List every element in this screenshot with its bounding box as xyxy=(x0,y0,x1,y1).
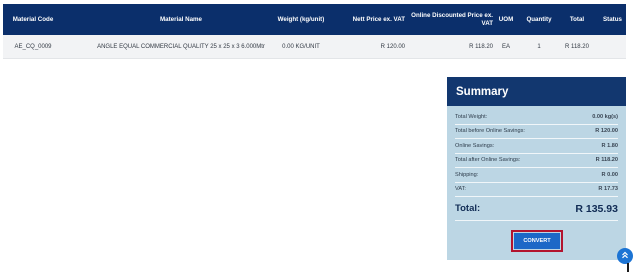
scroll-to-top-button[interactable] xyxy=(617,248,633,264)
summary-panel: Summary Total Weight: 0.00 kg(s) Total b… xyxy=(447,77,626,260)
cart-page: Material Code Material Name Weight (kg/u… xyxy=(0,0,634,278)
header-quantity: Quantity xyxy=(526,15,552,23)
summary-row-total-weight: Total Weight: 0.00 kg(s) xyxy=(455,110,618,125)
table-header: Material Code Material Name Weight (kg/u… xyxy=(3,4,626,35)
cell-nett-price: R 120.00 xyxy=(380,44,405,50)
header-total: Total xyxy=(569,15,585,23)
summary-rows: Total Weight: 0.00 kg(s) Total before On… xyxy=(447,106,626,221)
header-status: Status xyxy=(603,15,622,23)
double-chevron-up-icon xyxy=(621,251,629,261)
cell-weight: 0.00 KG/UNIT xyxy=(282,44,320,50)
header-weight: Weight (kg/unit) xyxy=(277,15,325,23)
cell-material-name: ANGLE EQUAL COMMERCIAL QUALITY 25 x 25 x… xyxy=(97,44,265,50)
cell-online-discounted-price: R 118.20 xyxy=(469,44,493,50)
cell-status xyxy=(599,35,626,59)
summary-label: Total before Online Savings: xyxy=(455,128,525,135)
convert-button-highlight: CONVERT xyxy=(511,230,563,252)
cursor-edge xyxy=(627,263,629,272)
cell-uom: EA xyxy=(501,44,510,50)
summary-row-vat: VAT: R 17.73 xyxy=(455,183,618,197)
summary-row-total-after-savings: Total after Online Savings: R 118.20 xyxy=(455,154,618,168)
cell-quantity: 1 xyxy=(537,44,541,50)
summary-value: 0.00 kg(s) xyxy=(592,113,618,120)
header-nett-price: Nett Price ex. VAT xyxy=(352,15,405,23)
summary-value: R 1.80 xyxy=(601,142,618,149)
summary-label: Shipping: xyxy=(455,171,479,178)
summary-row-shipping: Shipping: R 0.00 xyxy=(455,168,618,183)
header-uom: UOM xyxy=(498,15,514,23)
summary-total-value: R 135.93 xyxy=(575,202,618,215)
summary-value: R 17.73 xyxy=(598,186,618,193)
summary-label: Online Savings: xyxy=(455,142,495,149)
header-material-code: Material Code xyxy=(12,15,54,23)
cell-total: R 118.20 xyxy=(565,44,589,50)
cart-table: Material Code Material Name Weight (kg/u… xyxy=(3,4,626,59)
summary-value: R 118.20 xyxy=(595,157,618,164)
summary-label: VAT: xyxy=(455,186,466,193)
header-online-discounted-price: Online Discounted Price ex. VAT xyxy=(411,11,493,27)
header-material-name: Material Name xyxy=(160,15,202,23)
summary-row-total-before-savings: Total before Online Savings: R 120.00 xyxy=(455,125,618,139)
summary-label: Total Weight: xyxy=(455,113,488,120)
table-row: AE_CQ_0009 ANGLE EQUAL COMMERCIAL QUALIT… xyxy=(3,35,626,59)
summary-value: R 0.00 xyxy=(601,171,618,178)
summary-label: Total after Online Savings: xyxy=(455,157,521,164)
summary-title: Summary xyxy=(447,77,626,106)
convert-button[interactable]: CONVERT xyxy=(514,233,560,249)
summary-row-online-savings: Online Savings: R 1.80 xyxy=(455,139,618,154)
summary-value: R 120.00 xyxy=(595,128,618,135)
summary-total-row: Total: R 135.93 xyxy=(455,197,618,221)
cell-material-code: AE_CQ_0009 xyxy=(14,44,52,50)
summary-total-label: Total: xyxy=(455,203,481,214)
